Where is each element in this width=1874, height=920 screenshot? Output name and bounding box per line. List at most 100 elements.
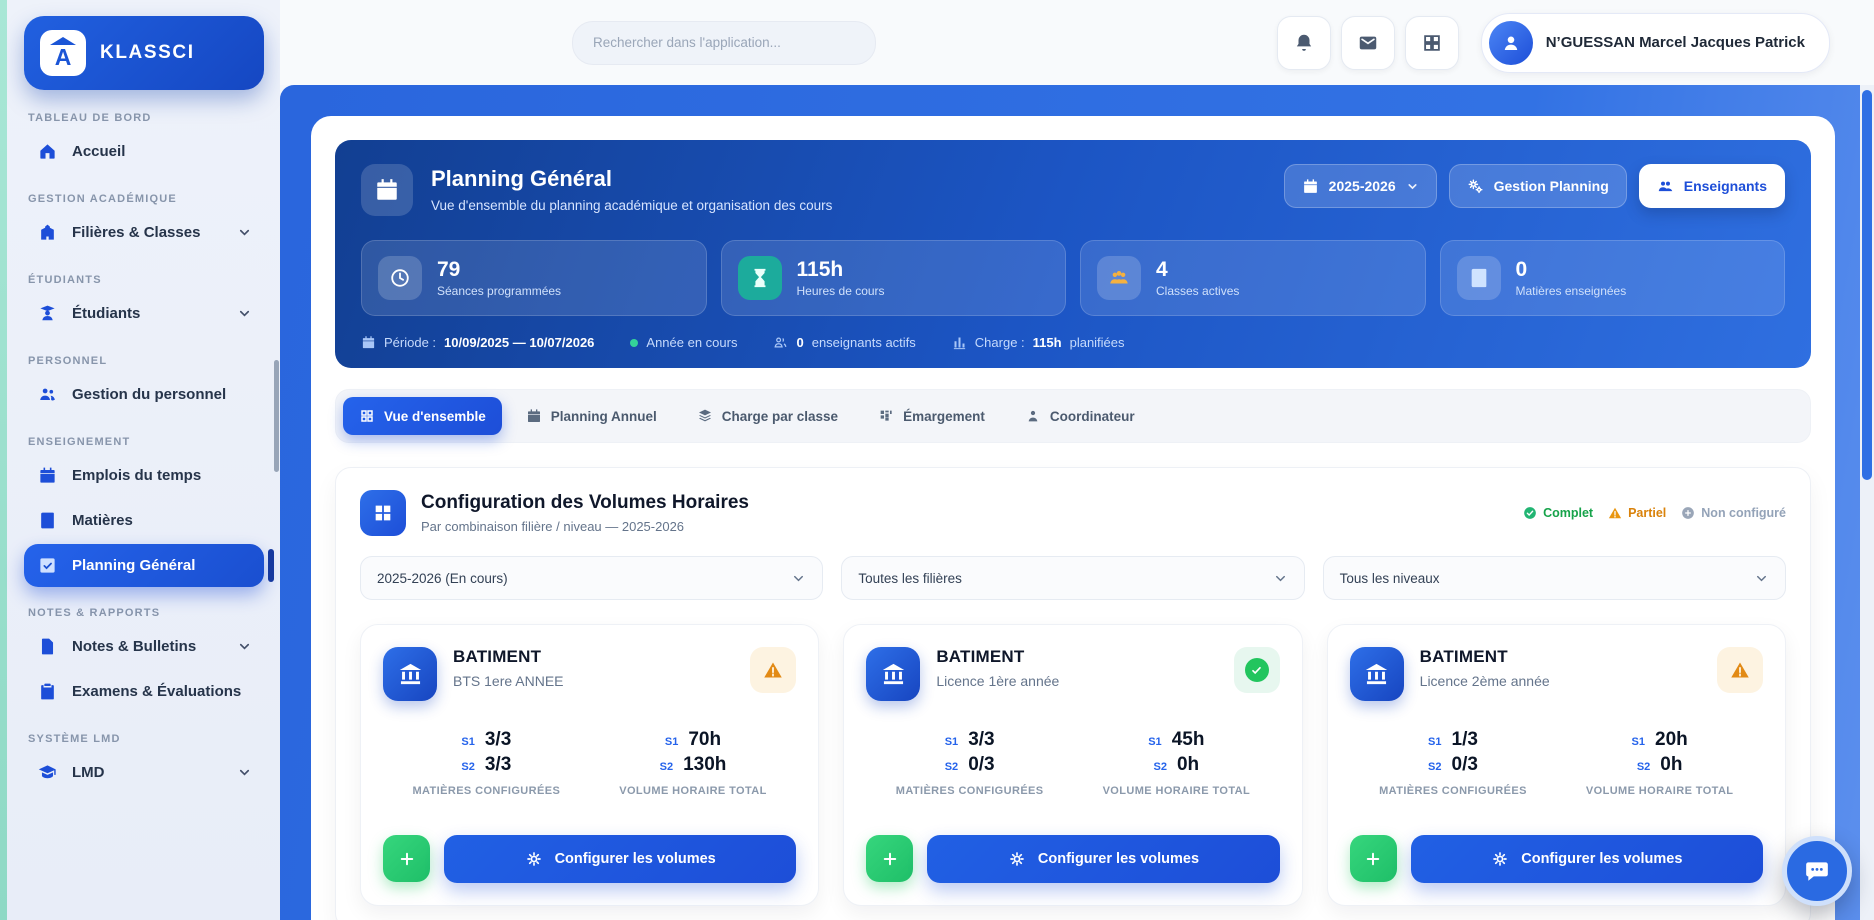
add-button[interactable] <box>1350 835 1397 882</box>
year-filter-select[interactable]: 2025-2026 (En cours) <box>360 556 823 600</box>
stat-label: Heures de cours <box>797 284 885 298</box>
volume-horaire: S120h S20h VOLUME HORAIRE TOTAL <box>1556 729 1763 797</box>
envelope-icon <box>1357 32 1379 54</box>
s2-subjects-value: 0/3 <box>1452 754 1478 776</box>
sidebar-item-emplois-du-temps[interactable]: Emplois du temps <box>24 454 264 497</box>
s2-label: S2 <box>660 761 673 773</box>
brand-logo-icon: A <box>40 30 86 76</box>
sidebar-item-accueil[interactable]: Accueil <box>24 130 264 173</box>
configure-volumes-button[interactable]: Configurer les volumes <box>927 835 1279 883</box>
section-label: TABLEAU DE BORD <box>28 112 264 124</box>
sidebar-item-filieres-classes[interactable]: Filières & Classes <box>24 211 264 254</box>
home-icon <box>38 142 57 161</box>
filiere-filter-select[interactable]: Toutes les filières <box>841 556 1304 600</box>
sidebar-item-matieres[interactable]: Matières <box>24 499 264 542</box>
plus-icon <box>881 850 899 868</box>
periode-info: Période : 10/09/2025 — 10/07/2026 <box>361 335 594 350</box>
sidebar-item-label: Matières <box>72 512 133 529</box>
book-icon <box>1457 256 1501 300</box>
tab-emargement[interactable]: Émargement <box>862 397 1001 435</box>
gestion-planning-button[interactable]: Gestion Planning <box>1449 164 1627 208</box>
avatar <box>1489 21 1533 65</box>
tab-vue-ensemble[interactable]: Vue d'ensemble <box>343 397 502 435</box>
s2-label: S2 <box>945 761 958 773</box>
s2-label: S2 <box>1154 761 1167 773</box>
topbar-actions: N’GUESSAN Marcel Jacques Patrick <box>1277 13 1830 73</box>
sidebar-item-label: Filières & Classes <box>72 224 200 241</box>
users-icon <box>1657 178 1674 195</box>
s1-label: S1 <box>1632 736 1645 748</box>
page-scrollbar-thumb[interactable] <box>1862 90 1872 480</box>
search-input[interactable] <box>572 21 876 65</box>
charge-info: Charge : 115h planifiées <box>952 335 1125 350</box>
batiment-subtitle: Licence 2ème année <box>1420 673 1550 689</box>
batiment-card: BATIMENT Licence 2ème année S11/3 <box>1327 624 1786 906</box>
s1-subjects-value: 1/3 <box>1452 729 1478 751</box>
building-icon <box>866 647 920 701</box>
s2-subjects-value: 3/3 <box>485 754 511 776</box>
content-sheet: Planning Général Vue d'ensemble du plann… <box>311 116 1835 920</box>
users-icon <box>1097 256 1141 300</box>
sidebar-item-planning-general[interactable]: Planning Général <box>24 544 264 587</box>
warning-triangle-icon <box>1608 506 1622 520</box>
charge-label: Charge : <box>975 335 1025 350</box>
messages-button[interactable] <box>1341 16 1395 70</box>
chat-button[interactable] <box>1782 836 1852 906</box>
sidebar-scrollbar-thumb[interactable] <box>274 360 279 472</box>
s1-label: S1 <box>665 736 678 748</box>
chevron-down-icon <box>237 765 252 780</box>
chevron-down-icon <box>1754 571 1769 586</box>
gestion-planning-label: Gestion Planning <box>1494 178 1609 194</box>
tab-coordinateur[interactable]: Coordinateur <box>1009 397 1151 435</box>
subjects-label: MATIÈRES CONFIGURÉES <box>383 785 590 797</box>
add-button[interactable] <box>383 835 430 882</box>
warning-triangle-icon <box>1730 660 1750 680</box>
building-icon <box>383 647 437 701</box>
sidebar-item-label: LMD <box>72 764 105 781</box>
volume-horaire: S145h S20h VOLUME HORAIRE TOTAL <box>1073 729 1280 797</box>
sidebar-item-etudiants[interactable]: Étudiants <box>24 292 264 335</box>
sidebar-item-gestion-personnel[interactable]: Gestion du personnel <box>24 373 264 416</box>
tab-planning-annuel[interactable]: Planning Annuel <box>510 397 673 435</box>
section-label: SYSTÈME LMD <box>28 733 264 745</box>
sidebar-item-notes-bulletins[interactable]: Notes & Bulletins <box>24 625 264 668</box>
gear-icon <box>1008 850 1026 868</box>
person-icon <box>1500 32 1522 54</box>
stat-value: 79 <box>437 258 561 281</box>
page-scrollbar[interactable] <box>1860 85 1874 920</box>
stat-value: 4 <box>1156 258 1239 281</box>
configure-volumes-button[interactable]: Configurer les volumes <box>444 835 796 883</box>
enseignants-button[interactable]: Enseignants <box>1639 164 1785 208</box>
batiment-title: BATIMENT <box>453 647 564 667</box>
charge-value: 115h <box>1033 335 1062 350</box>
check-circle-icon <box>1245 658 1269 682</box>
add-button[interactable] <box>866 835 913 882</box>
s1-subjects-value: 3/3 <box>485 729 511 751</box>
notifications-button[interactable] <box>1277 16 1331 70</box>
user-menu[interactable]: N’GUESSAN Marcel Jacques Patrick <box>1481 13 1830 73</box>
configure-label: Configurer les volumes <box>1038 851 1199 867</box>
calendar-icon <box>361 164 413 216</box>
s1-label: S1 <box>945 736 958 748</box>
sidebar-item-lmd[interactable]: LMD <box>24 751 264 794</box>
hours-label: VOLUME HORAIRE TOTAL <box>1556 785 1763 797</box>
niveau-filter-select[interactable]: Tous les niveaux <box>1323 556 1786 600</box>
sidebar-item-examens-evaluations[interactable]: Examens & Évaluations <box>24 670 264 713</box>
tab-label: Émargement <box>903 409 985 424</box>
configure-volumes-button[interactable]: Configurer les volumes <box>1411 835 1763 883</box>
charge-suffix: planifiées <box>1070 335 1125 350</box>
brand-logo[interactable]: A KLASSCI <box>24 16 264 90</box>
topbar: N’GUESSAN Marcel Jacques Patrick <box>280 0 1874 85</box>
clock-icon <box>378 256 422 300</box>
section-label: NOTES & RAPPORTS <box>28 607 264 619</box>
year-selector-button[interactable]: 2025-2026 <box>1284 164 1437 208</box>
legend-label: Complet <box>1543 506 1593 520</box>
tab-charge-par-classe[interactable]: Charge par classe <box>681 397 854 435</box>
sidebar: A KLASSCI TABLEAU DE BORD Accueil GESTIO… <box>0 0 280 920</box>
check-circle-icon <box>1523 506 1537 520</box>
chat-icon <box>1804 858 1830 884</box>
apps-button[interactable] <box>1405 16 1459 70</box>
s2-label: S2 <box>461 761 474 773</box>
chevron-down-icon <box>791 571 806 586</box>
s2-hours-value: 0h <box>1660 754 1682 776</box>
